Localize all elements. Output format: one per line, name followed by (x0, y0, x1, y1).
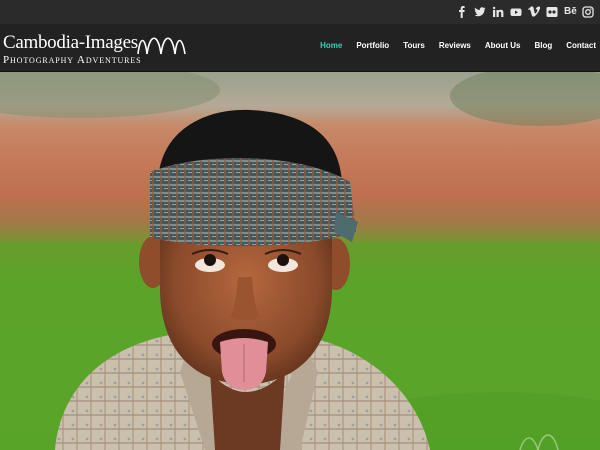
site-logo[interactable]: Cambodia-Images Photography Adventures (3, 30, 188, 66)
logo-subtitle: Photography Adventures (3, 54, 142, 66)
nav-tours[interactable]: Tours (396, 41, 432, 50)
hero-photo (0, 72, 600, 450)
nav-reviews[interactable]: Reviews (432, 41, 478, 50)
temple-towers-icon (137, 37, 186, 55)
flickr-icon[interactable] (546, 5, 558, 19)
instagram-icon[interactable] (582, 5, 594, 19)
nav-home[interactable]: Home (313, 41, 349, 50)
facebook-icon[interactable] (456, 5, 468, 19)
twitter-icon[interactable] (474, 5, 486, 19)
nav-about-us[interactable]: About Us (478, 41, 528, 50)
linkedin-icon[interactable] (492, 5, 504, 19)
nav-contact[interactable]: Contact (559, 41, 596, 50)
nav-blog[interactable]: Blog (527, 41, 559, 50)
behance-icon[interactable]: Bē (564, 5, 577, 19)
logo-title: Cambodia-Images (3, 32, 138, 53)
vimeo-icon[interactable] (528, 5, 540, 19)
site-header: Cambodia-Images Photography Adventures H… (0, 24, 600, 72)
social-icons: Bē (456, 5, 594, 19)
main-nav: Home Portfolio Tours Reviews About Us Bl… (313, 41, 596, 50)
youtube-icon[interactable] (510, 5, 522, 19)
hero-banner (0, 72, 600, 450)
social-bar: Bē (0, 0, 600, 24)
nav-portfolio[interactable]: Portfolio (349, 41, 396, 50)
